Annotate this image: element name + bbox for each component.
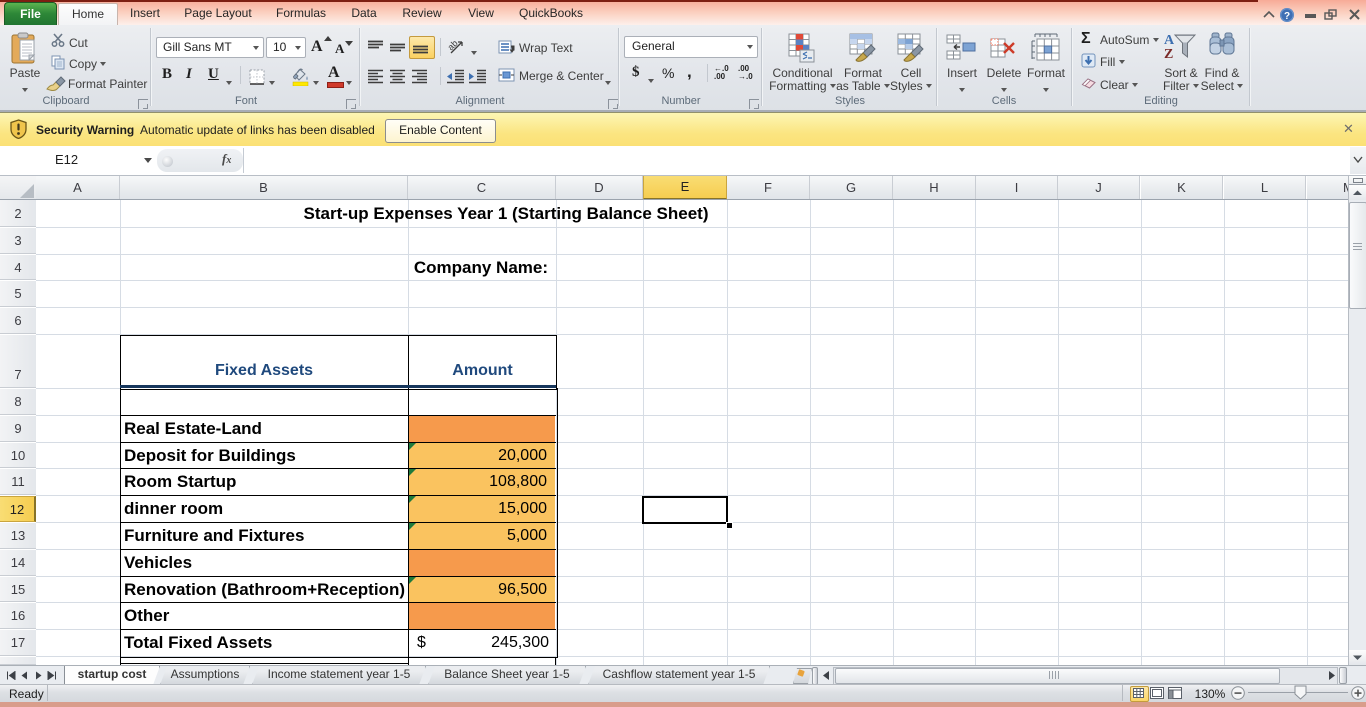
svg-text:Z: Z xyxy=(1164,47,1173,62)
svg-text:ab: ab xyxy=(448,38,460,52)
svg-text:A: A xyxy=(1164,33,1175,48)
svg-text:?: ? xyxy=(1284,11,1290,22)
